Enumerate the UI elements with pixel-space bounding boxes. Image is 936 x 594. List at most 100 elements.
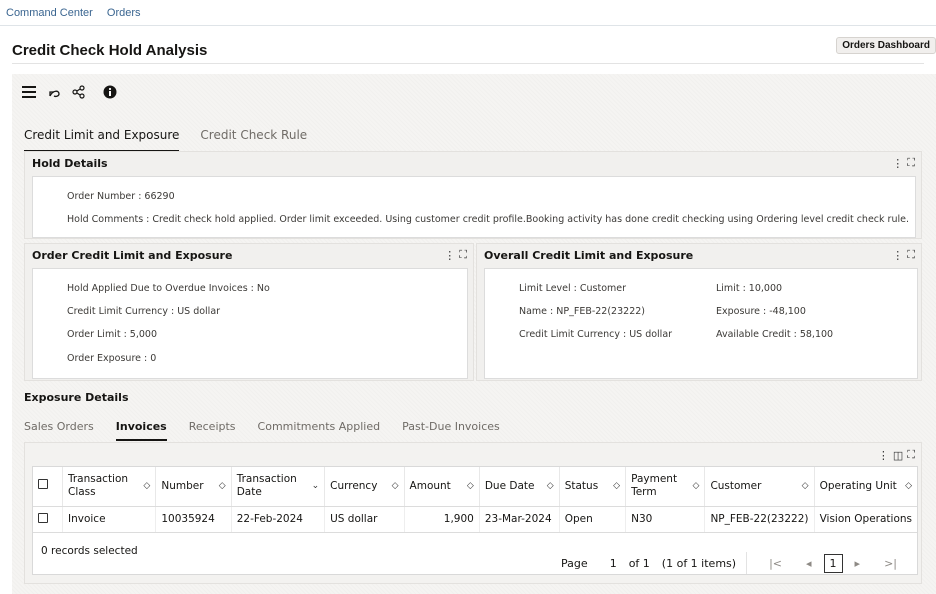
col-transaction-class[interactable]: Transaction Class ◇	[62, 467, 157, 507]
sort-icon: ◇	[466, 480, 474, 491]
column-panel-icon[interactable]: ◫	[893, 449, 903, 462]
sort-desc-icon: ⌄	[311, 480, 320, 491]
col-due-date[interactable]: Due Date ◇	[479, 467, 560, 507]
tab-past-due-invoices[interactable]: Past-Due Invoices	[402, 418, 500, 441]
orders-dashboard-button[interactable]: Orders Dashboard	[836, 37, 936, 54]
table-row[interactable]: Invoice 10035924 22-Feb-2024 US dollar 1…	[33, 506, 917, 533]
limit-field: Limit : 10,000	[716, 283, 783, 294]
table-header-row: Transaction Class ◇ Number ◇ Transaction D…	[33, 467, 917, 507]
breadcrumb: Command Center Orders	[0, 0, 936, 26]
credit-currency-field: Credit Limit Currency : US dollar	[519, 329, 673, 340]
share-icon[interactable]	[72, 82, 86, 102]
main-tabs: Credit Limit and Exposure Credit Check R…	[24, 126, 328, 152]
undo-icon[interactable]	[47, 82, 61, 102]
tab-receipts[interactable]: Receipts	[189, 418, 236, 441]
invoices-table-container: Transaction Class ◇ Number ◇ Transaction D…	[32, 466, 918, 575]
order-exposure-field: Order Exposure : 0	[67, 353, 157, 364]
exposure-field: Exposure : -48,100	[716, 306, 806, 317]
menu-icon[interactable]	[22, 82, 36, 102]
order-credit-panel: Order Credit Limit and Exposure ⋮ ⛶ Hold…	[24, 243, 474, 381]
col-transaction-date[interactable]: Transaction Date ⌄	[231, 467, 326, 507]
limit-level-field: Limit Level : Customer	[519, 283, 627, 294]
hold-details-panel: Hold Details ⋮ ⛶ Order Number : 66290 Ho…	[24, 151, 922, 239]
panel-actions: ⋮ ⛶	[444, 249, 467, 262]
cell-customer: NP_FEB-22(23222)	[704, 506, 815, 533]
col-operating-unit[interactable]: Operating Unit ◇	[814, 467, 917, 507]
order-number: Order Number : 66290	[67, 191, 175, 202]
next-page-icon[interactable]: ▸	[855, 557, 861, 570]
toolbar	[22, 82, 128, 102]
info-icon[interactable]	[103, 82, 117, 102]
pager-divider	[746, 552, 748, 574]
col-customer[interactable]: Customer ◇	[704, 467, 815, 507]
hold-comments: Hold Comments : Credit check hold applie…	[67, 214, 909, 225]
first-page-icon[interactable]: |<	[769, 557, 782, 570]
pagination: Page 1 of 1 (1 of 1 items) |< ◂ 1 ▸ >|	[561, 552, 909, 574]
sort-icon: ◇	[905, 480, 912, 491]
tab-credit-limit-exposure[interactable]: Credit Limit and Exposure	[24, 126, 180, 152]
cell-number: 10035924	[155, 506, 232, 533]
col-payment-term[interactable]: Payment Term ◇	[625, 467, 706, 507]
table-actions: ⋮ ◫ ⛶	[878, 449, 915, 462]
available-credit-field: Available Credit : 58,100	[716, 329, 834, 340]
exposure-tabs: Sales Orders Invoices Receipts Commitmen…	[24, 418, 522, 441]
panel-actions: ⋮ ⛶	[892, 157, 915, 170]
cell-transaction-class: Invoice	[62, 506, 157, 533]
more-options-icon[interactable]: ⋮	[878, 449, 889, 462]
cell-due-date: 23-Mar-2024	[479, 506, 560, 533]
tab-invoices[interactable]: Invoices	[115, 418, 167, 441]
cell-status: Open	[559, 506, 627, 533]
select-all-checkbox[interactable]	[38, 479, 48, 490]
hold-details-body: Order Number : 66290 Hold Comments : Cre…	[32, 176, 916, 238]
breadcrumb-command-center[interactable]: Command Center	[6, 7, 93, 19]
credit-currency-field: Credit Limit Currency : US dollar	[67, 306, 221, 317]
maximize-icon[interactable]: ⛶	[907, 249, 915, 262]
overall-credit-panel: Overall Credit Limit and Exposure ⋮ ⛶ Li…	[476, 243, 922, 381]
tab-credit-check-rule[interactable]: Credit Check Rule	[200, 126, 307, 152]
cell-payment-term: N30	[625, 506, 706, 533]
cell-amount: 1,900	[404, 506, 480, 533]
overall-credit-body: Limit Level : Customer Name : NP_FEB-22(…	[484, 268, 918, 379]
col-currency[interactable]: Currency ◇	[324, 467, 405, 507]
prev-page-icon[interactable]: ◂	[806, 557, 812, 570]
items-count: (1 of 1 items)	[661, 556, 737, 570]
cell-operating-unit: Vision Operations	[814, 506, 917, 533]
maximize-icon[interactable]: ⛶	[907, 449, 915, 462]
sort-icon: ◇	[218, 480, 226, 491]
breadcrumb-orders[interactable]: Orders	[107, 7, 141, 19]
col-amount[interactable]: Amount ◇	[404, 467, 480, 507]
more-options-icon[interactable]: ⋮	[892, 157, 903, 170]
col-number[interactable]: Number ◇	[155, 467, 232, 507]
maximize-icon[interactable]: ⛶	[907, 157, 915, 170]
hold-details-title: Hold Details	[32, 157, 108, 170]
name-field: Name : NP_FEB-22(23222)	[519, 306, 645, 317]
records-selected-text: 0 records selected	[41, 545, 138, 557]
page-title: Credit Check Hold Analysis	[12, 42, 208, 59]
page-total: of 1	[628, 556, 650, 570]
panel-actions: ⋮ ⛶	[892, 249, 915, 262]
row-checkbox[interactable]	[38, 512, 48, 523]
page-header: Credit Check Hold Analysis Orders Dashbo…	[12, 26, 936, 64]
select-all-header	[33, 467, 63, 507]
overdue-hold-field: Hold Applied Due to Overdue Invoices : N…	[67, 283, 270, 294]
sort-icon: ◇	[143, 480, 151, 491]
tab-commitments-applied[interactable]: Commitments Applied	[258, 418, 381, 441]
more-options-icon[interactable]: ⋮	[892, 249, 903, 262]
exposure-details-title: Exposure Details	[24, 391, 129, 404]
tab-sales-orders[interactable]: Sales Orders	[24, 418, 94, 441]
maximize-icon[interactable]: ⛶	[459, 249, 467, 262]
col-status[interactable]: Status ◇	[559, 467, 627, 507]
page-input[interactable]: 1	[610, 557, 617, 570]
invoices-table: Transaction Class ◇ Number ◇ Transaction D…	[33, 467, 917, 533]
sort-icon: ◇	[692, 480, 700, 491]
cell-currency: US dollar	[324, 506, 405, 533]
last-page-icon[interactable]: >|	[884, 557, 897, 570]
overall-credit-title: Overall Credit Limit and Exposure	[484, 249, 694, 262]
cell-transaction-date: 22-Feb-2024	[231, 506, 326, 533]
row-select-cell	[33, 506, 63, 533]
more-options-icon[interactable]: ⋮	[444, 249, 455, 262]
sort-icon: ◇	[546, 480, 554, 491]
main-content: Credit Limit and Exposure Credit Check R…	[12, 74, 936, 594]
current-page-button[interactable]: 1	[823, 553, 843, 573]
order-credit-title: Order Credit Limit and Exposure	[32, 249, 233, 262]
